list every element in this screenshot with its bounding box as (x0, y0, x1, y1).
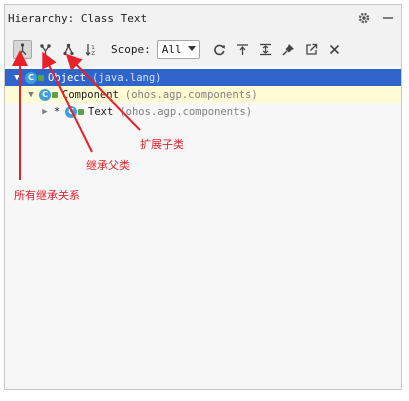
panel-header: Hierarchy: Class Text (5, 5, 401, 32)
current-class-marker: * (53, 105, 61, 118)
tree-row-text[interactable]: ▶ * C Text (ohos.agp.components) (5, 103, 401, 120)
scope-select[interactable]: All (156, 39, 200, 59)
class-icon: C (25, 71, 37, 84)
svg-text:Z: Z (91, 51, 95, 56)
collapsed-arrow-icon[interactable]: ▶ (39, 107, 51, 117)
subtypes-icon (63, 43, 74, 55)
open-in-new-icon (305, 43, 317, 55)
panel-title-actions (357, 11, 395, 25)
expand-all-button[interactable] (256, 40, 275, 59)
export-icon (236, 43, 248, 55)
export-button[interactable] (233, 40, 252, 59)
tree-item-package: (ohos.agp.components) (119, 105, 253, 118)
chevron-down-icon (187, 46, 196, 51)
expand-all-icon (259, 43, 271, 55)
refresh-icon (213, 44, 225, 55)
pin-button[interactable] (279, 40, 298, 59)
open-in-new-button[interactable] (302, 40, 321, 59)
hierarchy-tree: ▼ C Object (java.lang) ▼ C Component (oh… (5, 66, 401, 389)
sort-alphabetically-button[interactable]: 1Z (82, 40, 101, 59)
expanded-arrow-icon[interactable]: ▼ (25, 90, 37, 100)
expanded-arrow-icon[interactable]: ▼ (11, 73, 23, 83)
annotation-supertypes: 继承父类 (86, 159, 130, 172)
pin-icon (282, 43, 294, 55)
subtypes-button[interactable] (59, 40, 78, 59)
hierarchy-toolbar: 1Z Scope: All (5, 36, 401, 62)
all-hierarchy-button[interactable] (13, 39, 32, 59)
public-icon (52, 91, 58, 98)
tree-item-name: Component (62, 88, 119, 101)
public-icon (78, 108, 84, 115)
tree-item-name: Object (48, 71, 86, 84)
tree-item-name: Text (88, 105, 114, 118)
all-hierarchy-icon (18, 42, 27, 55)
tree-item-package: (java.lang) (91, 71, 162, 84)
refresh-button[interactable] (210, 40, 229, 59)
annotation-subtypes: 扩展子类 (140, 138, 184, 151)
close-button[interactable] (325, 40, 344, 59)
scope-label: Scope: (111, 42, 151, 56)
tree-item-package: (ohos.agp.components) (124, 88, 258, 101)
sort-alphabetically-icon: 1Z (85, 43, 95, 56)
class-icon: C (39, 88, 51, 101)
minimize-icon[interactable] (381, 11, 395, 25)
annotation-all: 所有继承关系 (14, 189, 80, 202)
gear-icon[interactable] (357, 11, 371, 25)
supertypes-icon (40, 43, 51, 55)
tree-row-component[interactable]: ▼ C Component (ohos.agp.components) (5, 86, 401, 103)
supertypes-button[interactable] (36, 40, 55, 59)
scope-value: All (161, 42, 182, 56)
class-icon: C (65, 105, 77, 118)
panel-title: Hierarchy: Class Text (8, 12, 148, 25)
public-icon (38, 74, 44, 81)
tree-row-object[interactable]: ▼ C Object (java.lang) (5, 69, 401, 86)
close-icon (329, 44, 339, 54)
